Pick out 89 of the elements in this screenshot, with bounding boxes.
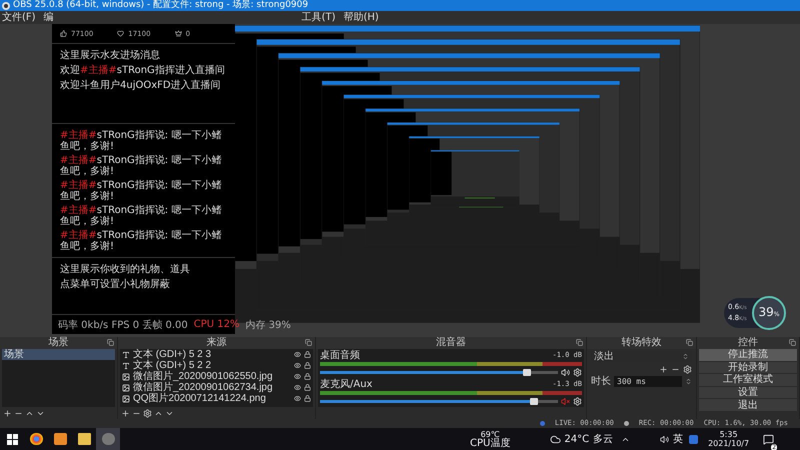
- stream-stats: 码率 0kb/s FPS 0 丢帧 0.00: [58, 318, 188, 332]
- dock-title: 转场特效: [622, 337, 662, 349]
- chat-message: #主播#sTRonG指挥说: 嗯一下小鳍鱼吧，多谢!: [60, 205, 222, 227]
- source-item[interactable]: QQ图片20200712141224.png: [133, 393, 266, 404]
- cpu-usage: CPU 12%: [194, 319, 240, 330]
- text-icon: [122, 350, 130, 358]
- eye-icon[interactable]: [294, 362, 301, 369]
- float-icon[interactable]: [107, 339, 114, 346]
- add-icon[interactable]: [3, 408, 12, 418]
- dock-title: 场景: [48, 337, 68, 349]
- scene-item[interactable]: 场景: [2, 349, 115, 360]
- chat-message: #主播#sTRonG指挥说: 嗯一下小鳍鱼吧，多谢!: [60, 155, 222, 177]
- heart-icon: [117, 30, 124, 37]
- dropdown-arrows-icon: [682, 353, 689, 360]
- memory-usage: 内存 39%: [245, 318, 291, 332]
- gift-heading: 这里展示你收到的礼物、道具: [60, 264, 191, 276]
- menu-item[interactable]: 文件(F): [2, 11, 36, 24]
- weather-text: 多云: [593, 434, 614, 444]
- clock-time: 5:35: [720, 430, 738, 439]
- input-method[interactable]: 英: [673, 434, 684, 444]
- control-button[interactable]: 设置: [699, 386, 797, 398]
- control-button[interactable]: 工作室模式: [699, 374, 797, 386]
- settings-icon[interactable]: [143, 408, 152, 418]
- thumbs-up-icon: [60, 30, 67, 37]
- slider-thumb[interactable]: [530, 398, 538, 404]
- tray-app-icon[interactable]: [689, 434, 698, 444]
- spinner-icon[interactable]: [685, 378, 692, 385]
- rec-indicator-icon: [624, 421, 629, 426]
- settings-icon[interactable]: [683, 365, 692, 374]
- notification-icon[interactable]: [763, 434, 774, 444]
- eye-icon[interactable]: [294, 384, 301, 391]
- windows-logo-icon: [6, 434, 18, 444]
- menu-item[interactable]: 工具(T): [302, 11, 336, 24]
- source-item[interactable]: 微信图片_20200901062734.jpg: [133, 382, 273, 393]
- dock-title: 控件: [738, 337, 758, 349]
- crown-icon: [174, 30, 182, 37]
- control-button[interactable]: 停止推流: [699, 349, 797, 361]
- speaker-icon[interactable]: [561, 368, 570, 376]
- control-button[interactable]: 退出: [699, 399, 797, 411]
- text-icon: [122, 362, 130, 370]
- add-icon[interactable]: [659, 365, 668, 374]
- clock-date: 2021/10/7: [708, 439, 750, 448]
- control-button[interactable]: 开始录制: [699, 362, 797, 374]
- menu-item[interactable]: 帮助(H): [343, 11, 379, 24]
- source-item[interactable]: 微信图片_20200901062550.jpg: [133, 371, 273, 382]
- cpu-temperature: 69℃: [480, 430, 500, 438]
- lock-icon[interactable]: [304, 362, 311, 369]
- cpu-temperature-label: CPU温度: [470, 438, 510, 448]
- image-icon: [122, 394, 130, 402]
- channel-name: 麦克风/Aux: [320, 379, 372, 390]
- chat-message: #主播#sTRonG指挥说: 嗯一下小鳍鱼吧，多谢!: [60, 180, 222, 202]
- float-icon[interactable]: [789, 339, 796, 346]
- cloud-icon: [550, 434, 562, 444]
- settings-icon[interactable]: [573, 368, 582, 376]
- dock-title: 混音器: [436, 337, 466, 349]
- eye-icon[interactable]: [294, 373, 301, 380]
- weather-temperature: 24°C: [564, 434, 590, 444]
- speaker-icon[interactable]: [660, 434, 670, 444]
- folder-icon[interactable]: [78, 433, 90, 445]
- duration-field[interactable]: 300 ms: [614, 376, 682, 387]
- lock-icon[interactable]: [304, 373, 311, 380]
- float-icon[interactable]: [686, 339, 693, 346]
- lock-icon[interactable]: [304, 395, 311, 402]
- gift-hint: 点菜单可设置小礼物屏蔽: [60, 279, 171, 291]
- image-icon: [122, 384, 130, 392]
- entry-message: 欢迎斗鱼用户4ujOOxFD进入直播间: [60, 80, 222, 92]
- chat-message: #主播#sTRonG指挥说: 嗯一下小鳍鱼吧，多谢!: [60, 130, 222, 152]
- app-icon[interactable]: [54, 433, 66, 445]
- chat-heading: 这里展示水友进场消息: [60, 50, 161, 62]
- dock-title: 来源: [206, 337, 226, 349]
- chat-message: #主播#sTRonG指挥说: 嗯一下小鳍鱼吧，多谢!: [60, 230, 222, 252]
- source-item[interactable]: 文本 (GDI+) 5 2 2: [133, 360, 212, 371]
- settings-icon[interactable]: [573, 396, 582, 406]
- duration-label: 时长: [591, 376, 611, 387]
- float-icon[interactable]: [576, 339, 583, 346]
- entry-message: 欢迎#主播#sTRonG指挥进入直播间: [60, 65, 226, 77]
- eye-icon[interactable]: [294, 395, 301, 402]
- live-indicator-icon: [540, 421, 545, 426]
- image-icon: [122, 372, 130, 380]
- slider-thumb[interactable]: [523, 368, 532, 376]
- add-icon[interactable]: [121, 408, 130, 418]
- lock-icon[interactable]: [304, 351, 311, 358]
- muted-speaker-icon[interactable]: [561, 396, 570, 406]
- menu-item[interactable]: 编: [44, 11, 54, 24]
- browser-icon[interactable]: [30, 433, 42, 445]
- lock-icon[interactable]: [304, 384, 311, 391]
- eye-icon[interactable]: [294, 351, 301, 358]
- float-icon[interactable]: [305, 339, 312, 346]
- channel-name: 桌面音频: [320, 350, 360, 361]
